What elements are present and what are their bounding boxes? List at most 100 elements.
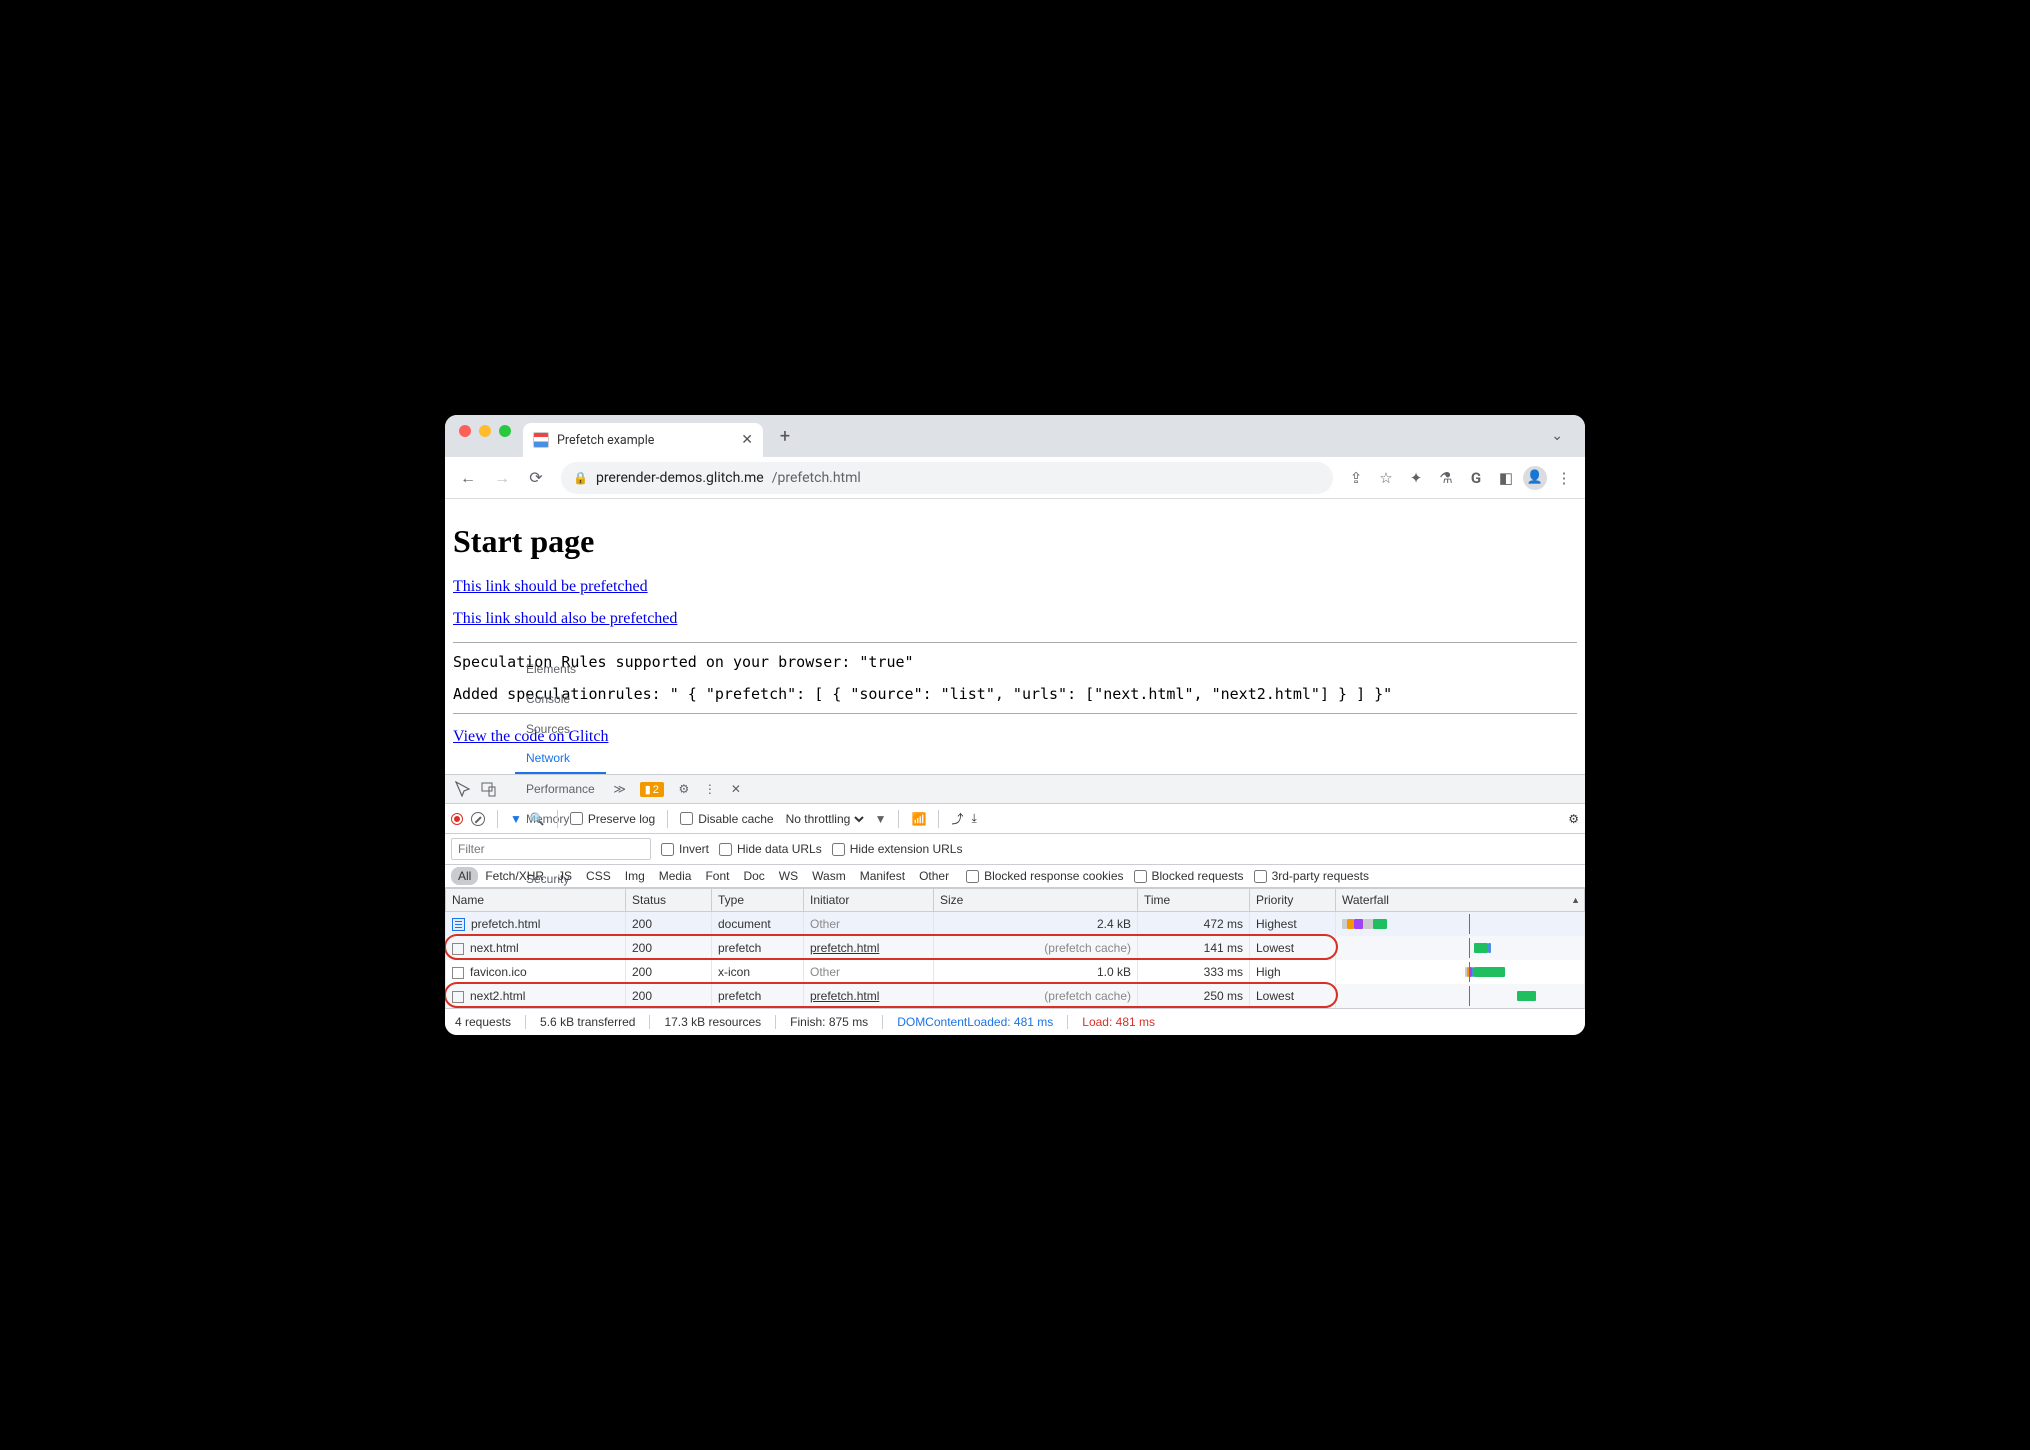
request-row[interactable]: favicon.ico200x-iconOther1.0 kB333 msHig… bbox=[446, 960, 1585, 984]
share-icon[interactable]: ⇪ bbox=[1343, 465, 1369, 491]
network-toolbar: ▼ 🔍 Preserve log Disable cache No thrott… bbox=[445, 804, 1585, 834]
hide-data-urls-checkbox[interactable]: Hide data URLs bbox=[719, 842, 822, 856]
col-size[interactable]: Size bbox=[934, 889, 1138, 912]
type-filter-js[interactable]: JS bbox=[551, 867, 579, 885]
more-tabs-icon[interactable]: ≫ bbox=[608, 777, 632, 801]
type-filter-fetchxhr[interactable]: Fetch/XHR bbox=[478, 867, 551, 885]
url-path: /prefetch.html bbox=[772, 470, 861, 486]
third-party-checkbox[interactable]: 3rd-party requests bbox=[1254, 869, 1369, 883]
blocked-cookies-checkbox[interactable]: Blocked response cookies bbox=[966, 869, 1123, 883]
devtools-tab-sources[interactable]: Sources bbox=[515, 714, 606, 744]
col-waterfall[interactable]: Waterfall bbox=[1336, 889, 1585, 912]
search-icon[interactable]: 🔍 bbox=[530, 812, 545, 826]
reload-button[interactable]: ⟳ bbox=[521, 463, 551, 493]
network-settings-icon[interactable]: ⚙ bbox=[1568, 812, 1579, 826]
disable-cache-checkbox[interactable]: Disable cache bbox=[680, 812, 773, 826]
document-icon bbox=[452, 918, 465, 931]
type-filter-media[interactable]: Media bbox=[652, 867, 699, 885]
toolbar: ← → ⟳ 🔒 prerender-demos.glitch.me/prefet… bbox=[445, 457, 1585, 499]
tab-close-button[interactable]: ✕ bbox=[741, 432, 753, 448]
forward-button[interactable]: → bbox=[487, 463, 517, 493]
tab-strip: Prefetch example ✕ + ⌄ bbox=[445, 415, 1585, 457]
chevron-down-icon: ▼ bbox=[875, 812, 887, 826]
request-type-filter: AllFetch/XHRJSCSSImgMediaFontDocWSWasmMa… bbox=[445, 865, 1585, 888]
network-conditions-icon[interactable]: 📶 bbox=[911, 812, 926, 826]
type-filter-other[interactable]: Other bbox=[912, 867, 956, 885]
file-icon bbox=[452, 967, 464, 979]
prefetch-link-1[interactable]: This link should be prefetched bbox=[453, 578, 648, 595]
throttling-select[interactable]: No throttling bbox=[782, 811, 867, 827]
request-row[interactable]: next.html200prefetchprefetch.html(prefet… bbox=[446, 936, 1585, 960]
settings-icon[interactable]: ⚙ bbox=[672, 777, 696, 801]
favicon-icon bbox=[533, 432, 549, 448]
record-button[interactable] bbox=[451, 813, 463, 825]
type-filter-doc[interactable]: Doc bbox=[736, 867, 771, 885]
col-time[interactable]: Time bbox=[1138, 889, 1250, 912]
blocked-requests-checkbox[interactable]: Blocked requests bbox=[1134, 869, 1244, 883]
browser-tab[interactable]: Prefetch example ✕ bbox=[523, 423, 763, 457]
col-name[interactable]: Name bbox=[446, 889, 626, 912]
sidebar-icon[interactable]: ◧ bbox=[1493, 465, 1519, 491]
devtools-close-icon[interactable]: ✕ bbox=[724, 777, 748, 801]
hide-extension-urls-checkbox[interactable]: Hide extension URLs bbox=[832, 842, 963, 856]
minimize-window-button[interactable] bbox=[479, 425, 491, 437]
preserve-log-checkbox[interactable]: Preserve log bbox=[570, 812, 655, 826]
browser-window: Prefetch example ✕ + ⌄ ← → ⟳ 🔒 prerender… bbox=[445, 415, 1585, 1035]
back-button[interactable]: ← bbox=[453, 463, 483, 493]
chrome-menu-button[interactable]: ⋮ bbox=[1551, 465, 1577, 491]
devtools-tab-console[interactable]: Console bbox=[515, 684, 606, 714]
type-filter-manifest[interactable]: Manifest bbox=[853, 867, 912, 885]
network-table: NameStatusTypeInitiatorSizeTimePriorityW… bbox=[445, 888, 1585, 1008]
window-controls bbox=[453, 425, 519, 447]
request-row[interactable]: prefetch.html200documentOther2.4 kB472 m… bbox=[446, 912, 1585, 937]
close-window-button[interactable] bbox=[459, 425, 471, 437]
inspect-icon[interactable] bbox=[451, 777, 475, 801]
new-tab-button[interactable]: + bbox=[771, 422, 799, 450]
summary-dcl: DOMContentLoaded: 481 ms bbox=[897, 1015, 1053, 1029]
type-filter-img[interactable]: Img bbox=[618, 867, 652, 885]
devtools-tab-elements[interactable]: Elements bbox=[515, 654, 606, 684]
summary-resources: 17.3 kB resources bbox=[664, 1015, 761, 1029]
summary-requests: 4 requests bbox=[455, 1015, 511, 1029]
bookmark-icon[interactable]: ☆ bbox=[1373, 465, 1399, 491]
request-row[interactable]: next2.html200prefetchprefetch.html(prefe… bbox=[446, 984, 1585, 1008]
google-icon[interactable]: G bbox=[1463, 465, 1489, 491]
tab-title: Prefetch example bbox=[557, 433, 654, 448]
profile-avatar[interactable]: 👤 bbox=[1523, 466, 1547, 490]
file-icon bbox=[452, 991, 464, 1003]
col-priority[interactable]: Priority bbox=[1250, 889, 1336, 912]
devtools-tab-performance[interactable]: Performance bbox=[515, 774, 606, 804]
col-initiator[interactable]: Initiator bbox=[804, 889, 934, 912]
rules-text: Added speculationrules: " { "prefetch": … bbox=[453, 685, 1577, 703]
maximize-window-button[interactable] bbox=[499, 425, 511, 437]
col-type[interactable]: Type bbox=[712, 889, 804, 912]
type-filter-font[interactable]: Font bbox=[698, 867, 736, 885]
devtools-panel: ElementsConsoleSourcesNetworkPerformance… bbox=[445, 774, 1585, 1035]
type-filter-css[interactable]: CSS bbox=[579, 867, 618, 885]
summary-finish: Finish: 875 ms bbox=[790, 1015, 868, 1029]
clear-button[interactable] bbox=[471, 812, 485, 826]
filter-icon[interactable]: ▼ bbox=[510, 812, 522, 826]
col-status[interactable]: Status bbox=[626, 889, 712, 912]
type-filter-all[interactable]: All bbox=[451, 867, 478, 885]
prefetch-link-2[interactable]: This link should also be prefetched bbox=[453, 610, 677, 627]
extensions-icon[interactable]: ✦ bbox=[1403, 465, 1429, 491]
import-har-icon[interactable]: ⤓ bbox=[971, 811, 976, 826]
labs-icon[interactable]: ⚗ bbox=[1433, 465, 1459, 491]
devtools-tabbar: ElementsConsoleSourcesNetworkPerformance… bbox=[445, 774, 1585, 804]
summary-transferred: 5.6 kB transferred bbox=[540, 1015, 635, 1029]
network-filter-bar: Invert Hide data URLs Hide extension URL… bbox=[445, 834, 1585, 865]
url-host: prerender-demos.glitch.me bbox=[596, 470, 764, 486]
address-bar[interactable]: 🔒 prerender-demos.glitch.me/prefetch.htm… bbox=[561, 462, 1333, 494]
device-toggle-icon[interactable] bbox=[477, 777, 501, 801]
type-filter-wasm[interactable]: Wasm bbox=[805, 867, 853, 885]
filter-input[interactable] bbox=[451, 838, 651, 860]
devtools-menu-icon[interactable]: ⋮ bbox=[698, 777, 722, 801]
export-har-icon[interactable]: ⤴ bbox=[951, 810, 963, 827]
devtools-tab-network[interactable]: Network bbox=[515, 744, 606, 774]
type-filter-ws[interactable]: WS bbox=[772, 867, 805, 885]
invert-checkbox[interactable]: Invert bbox=[661, 842, 709, 856]
summary-load: Load: 481 ms bbox=[1082, 1015, 1155, 1029]
tabs-dropdown-button[interactable]: ⌄ bbox=[1537, 428, 1577, 444]
warnings-badge[interactable]: ▮2 bbox=[640, 782, 664, 797]
